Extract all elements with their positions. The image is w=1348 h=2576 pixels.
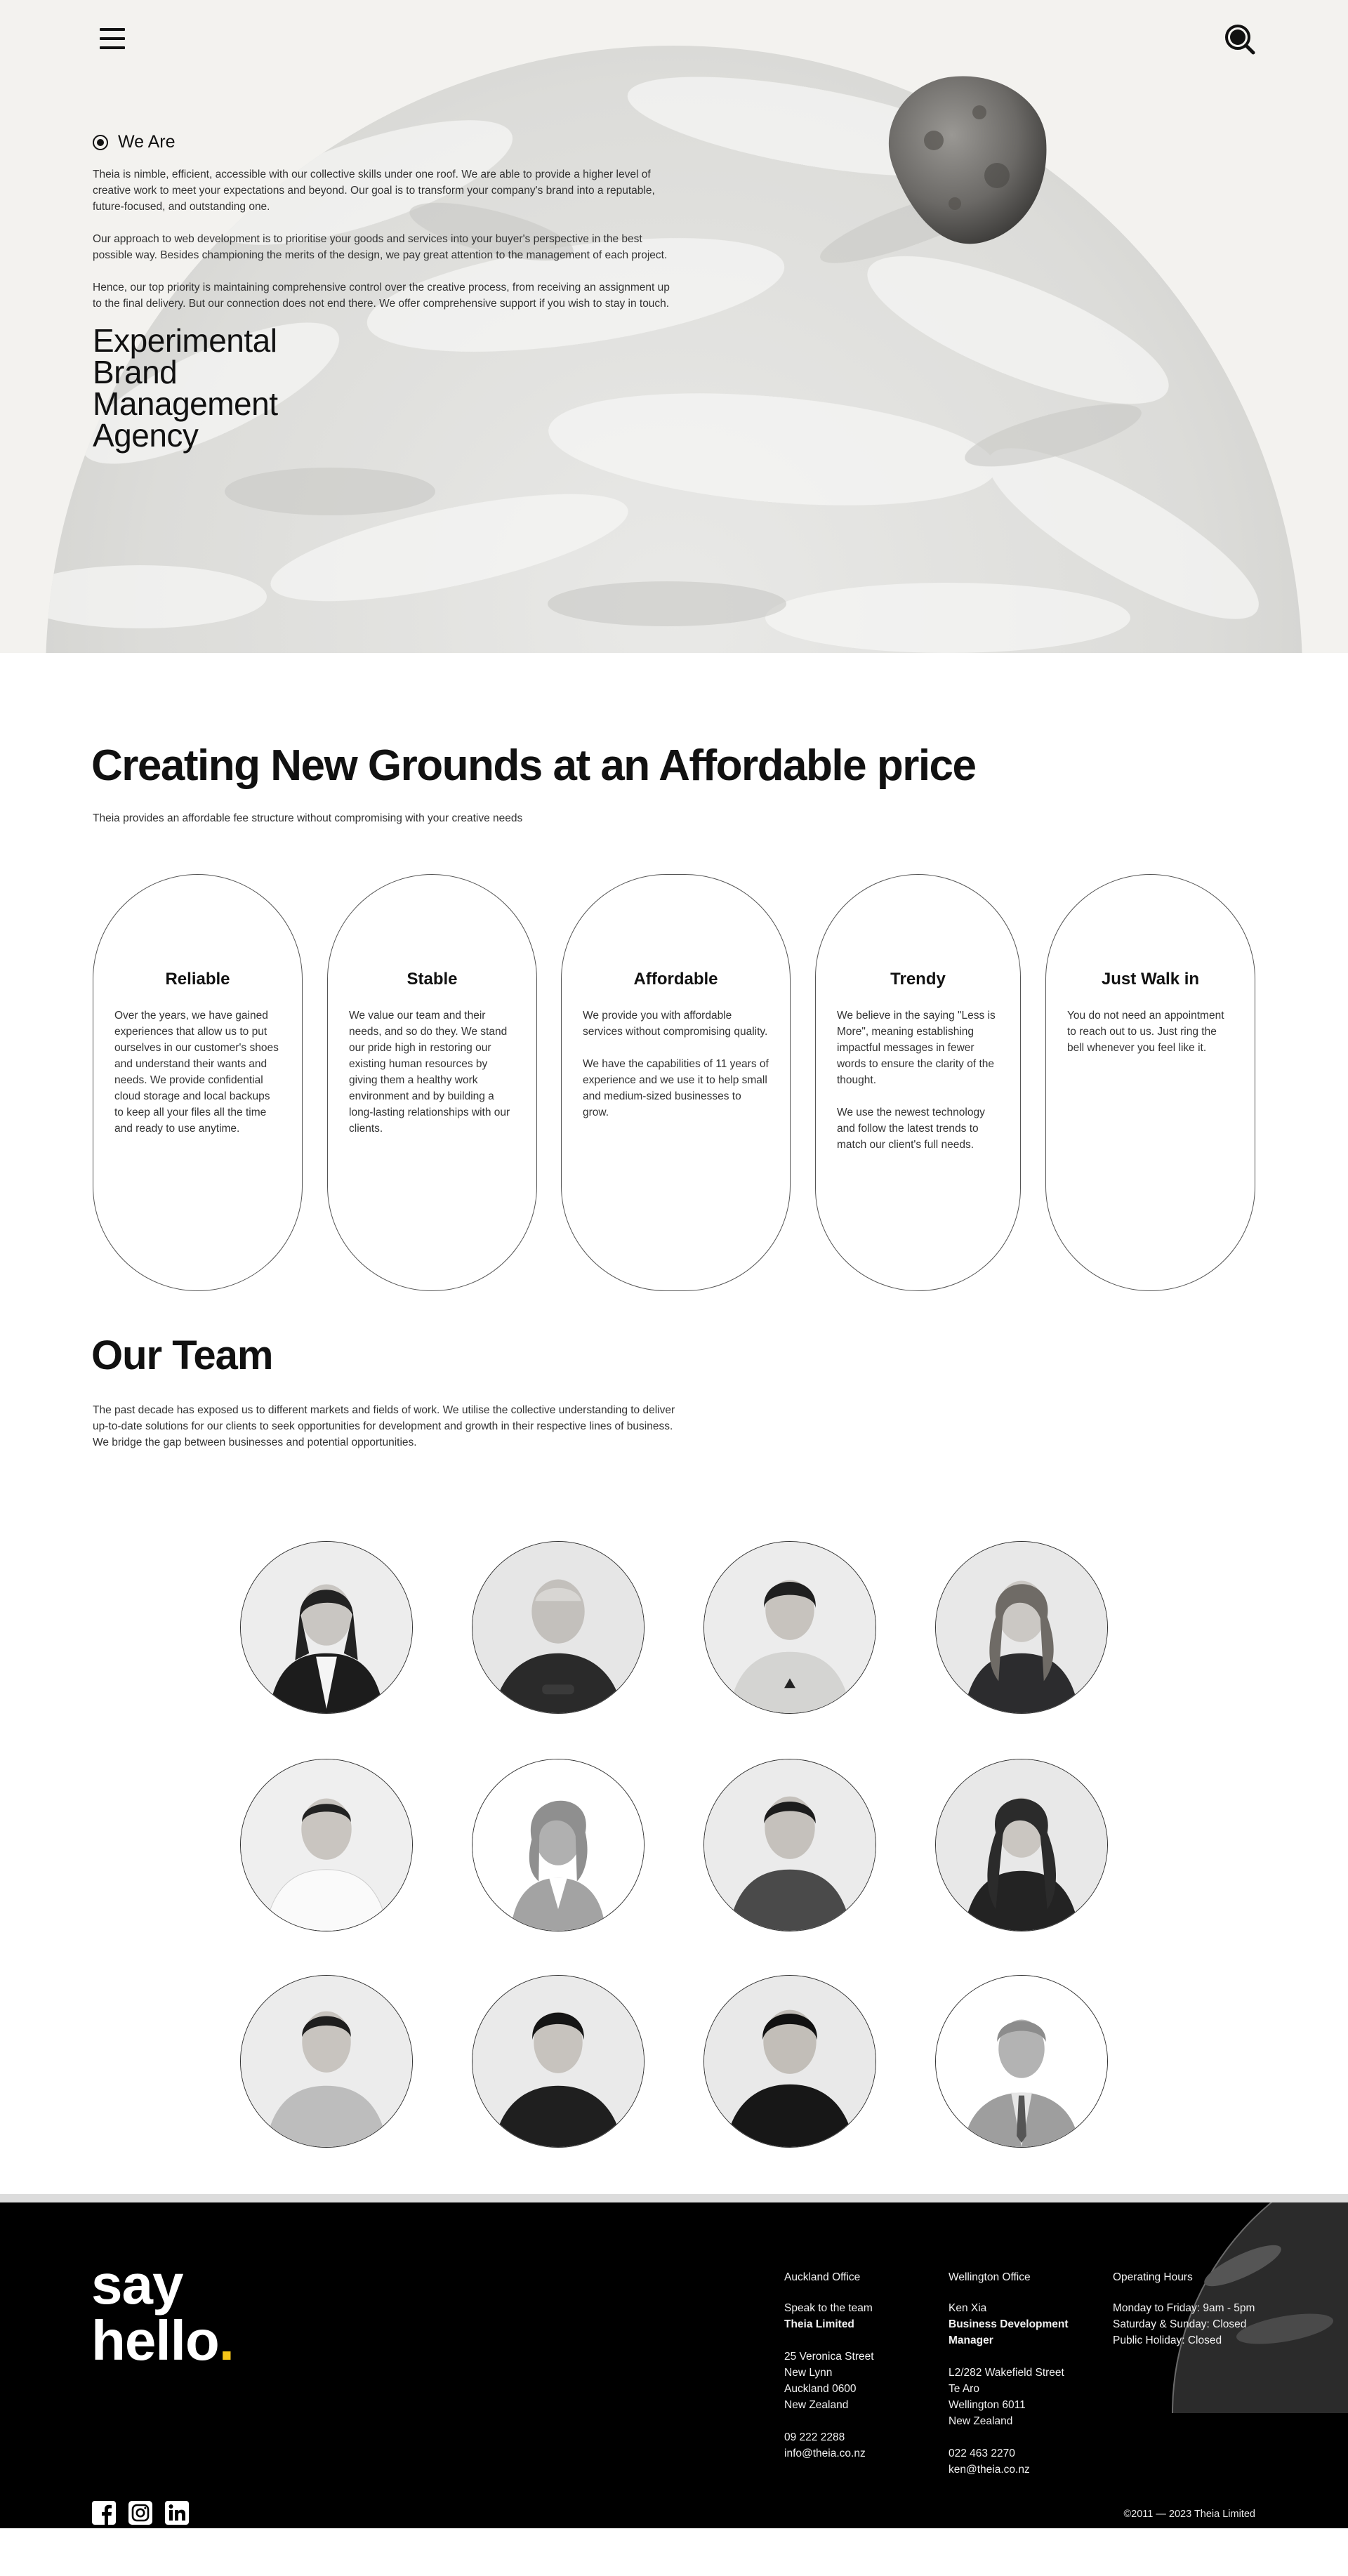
team-member-photo	[472, 1975, 645, 2148]
team-member-photo	[240, 1541, 413, 1714]
we-are-text: We Are	[118, 132, 176, 152]
radio-dot-icon	[93, 134, 108, 150]
linkedin-icon[interactable]	[164, 2500, 190, 2525]
phone-link[interactable]: 022 463 2270	[949, 2445, 1069, 2462]
card-paragraph: We use the newest technology and follow …	[837, 1107, 985, 1151]
phone-link[interactable]: 09 222 2288	[784, 2429, 874, 2445]
agency-title-line: Agency	[93, 417, 199, 454]
intro-paragraph: Our approach to web development is to pr…	[93, 233, 668, 261]
team-section: Our Team The past decade has exposed us …	[0, 1309, 1348, 2194]
operating-hours: Operating Hours Monday to Friday: 9am - …	[1113, 2269, 1255, 2349]
card-text: We provide you with affordable services …	[583, 1008, 769, 1121]
hello-dot: .	[218, 2309, 234, 2372]
agency-title-line: Management	[93, 385, 278, 422]
contact-role: Business Development	[949, 2318, 1069, 2330]
value-card-just-walk-in: Just Walk in You do not need an appointm…	[1045, 874, 1255, 1291]
agency-title-line: Brand	[93, 354, 178, 390]
card-title: Stable	[407, 970, 458, 989]
address-line: Te Aro	[949, 2383, 979, 2395]
card-text: Over the years, we have gained experienc…	[114, 1008, 281, 1137]
hours-line: Saturday & Sunday: Closed	[1113, 2318, 1247, 2330]
facebook-icon[interactable]	[91, 2500, 117, 2525]
value-card-stable: Stable We value our team and their needs…	[327, 874, 537, 1291]
team-member-photo	[703, 1759, 876, 1931]
say-text: say	[91, 2253, 183, 2316]
company-name: Theia Limited	[784, 2318, 854, 2330]
team-member-photo	[935, 1541, 1108, 1714]
card-paragraph: We have the capabilities of 11 years of …	[583, 1058, 769, 1118]
card-title: Just Walk in	[1101, 970, 1200, 989]
hero-intro: We Are Theia is nimble, efficient, acces…	[93, 132, 675, 451]
card-paragraph: We value our team and their needs, and s…	[349, 1010, 510, 1135]
team-member-photo	[472, 1541, 645, 1714]
team-member-photo	[935, 1759, 1108, 1931]
card-text: We value our team and their needs, and s…	[349, 1008, 515, 1137]
agency-title-line: Experimental	[93, 322, 277, 359]
footer-divider	[0, 2194, 1348, 2202]
card-paragraph: We believe in the saying "Less is More",…	[837, 1010, 996, 1086]
card-paragraph: Over the years, we have gained experienc…	[114, 1010, 279, 1135]
office-heading: Auckland Office	[784, 2271, 861, 2283]
auckland-address: 25 Veronica Street New Lynn Auckland 060…	[784, 2349, 874, 2413]
email-link[interactable]: info@theia.co.nz	[784, 2445, 874, 2462]
hours-line: Public Holiday: Closed	[1113, 2334, 1222, 2346]
wellington-office: Wellington Office Ken Xia Business Devel…	[949, 2269, 1069, 2478]
card-paragraph: We provide you with affordable services …	[583, 1010, 768, 1038]
say-hello-heading: say hello.	[91, 2257, 234, 2369]
social-links	[91, 2500, 190, 2525]
address-line: Wellington 6011	[949, 2399, 1026, 2411]
card-text: We believe in the saying "Less is More",…	[837, 1008, 999, 1153]
office-heading: Wellington Office	[949, 2271, 1031, 2283]
value-card-affordable: Affordable We provide you with affordabl…	[561, 874, 791, 1291]
hero-section: We Are Theia is nimble, efficient, acces…	[0, 0, 1348, 653]
team-member-photo	[703, 1541, 876, 1714]
speak-label: Speak to the team	[784, 2302, 873, 2314]
address-line: L2/282 Wakefield Street	[949, 2367, 1064, 2379]
address-line: 25 Veronica Street	[784, 2351, 874, 2363]
we-are-label: We Are	[93, 132, 675, 152]
value-card-reliable: Reliable Over the years, we have gained …	[93, 874, 303, 1291]
agency-title: Experimental Brand Management Agency	[93, 322, 675, 454]
intro-paragraph: Hence, our top priority is maintaining c…	[93, 282, 670, 310]
team-member-placeholder-female	[472, 1759, 645, 1931]
address-line: Auckland 0600	[784, 2383, 857, 2395]
card-text: You do not need an appointment to reach …	[1067, 1008, 1234, 1056]
address-line: New Zealand	[784, 2399, 849, 2411]
pricing-subtitle: Theia provides an affordable fee structu…	[93, 812, 523, 824]
team-paragraph: The past decade has exposed us to differ…	[93, 1404, 675, 1448]
team-member-placeholder-male	[935, 1975, 1108, 2148]
contact-name: Ken Xia	[949, 2302, 987, 2314]
value-card-trendy: Trendy We believe in the saying "Less is…	[815, 874, 1021, 1291]
hello-text: hello	[91, 2309, 220, 2372]
card-title: Trendy	[890, 970, 946, 989]
search-icon[interactable]	[1223, 22, 1257, 56]
team-member-photo	[240, 1975, 413, 2148]
pricing-section: Creating New Grounds at an Affordable pr…	[0, 653, 1348, 1309]
card-title: Reliable	[165, 970, 230, 989]
hamburger-menu-icon[interactable]	[98, 27, 126, 51]
hours-heading: Operating Hours	[1113, 2271, 1193, 2283]
pricing-title: Creating New Grounds at an Affordable pr…	[91, 741, 977, 790]
team-member-photo	[240, 1759, 413, 1931]
copyright-text: ©2011 — 2023 Theia Limited	[1123, 2509, 1256, 2520]
team-title: Our Team	[91, 1333, 273, 1378]
card-title: Affordable	[633, 970, 718, 989]
contact-role: Manager	[949, 2334, 993, 2346]
hours-line: Monday to Friday: 9am - 5pm	[1113, 2302, 1255, 2314]
team-member-photo	[703, 1975, 876, 2148]
intro-paragraph: Theia is nimble, efficient, accessible w…	[93, 169, 655, 213]
footer: say hello. Auckland Office Speak to the …	[0, 2202, 1348, 2528]
auckland-office: Auckland Office Speak to the team Theia …	[784, 2269, 874, 2462]
wellington-address: L2/282 Wakefield Street Te Aro Wellingto…	[949, 2365, 1069, 2429]
email-link[interactable]: ken@theia.co.nz	[949, 2462, 1069, 2478]
address-line: New Lynn	[784, 2367, 833, 2379]
address-line: New Zealand	[949, 2415, 1013, 2427]
card-paragraph: You do not need an appointment to reach …	[1067, 1010, 1224, 1054]
instagram-icon[interactable]	[128, 2500, 153, 2525]
